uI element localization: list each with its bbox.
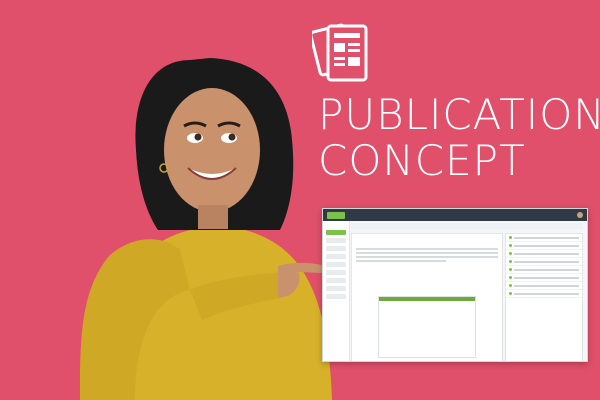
sidebar-item [326, 270, 346, 275]
list-item [506, 242, 582, 250]
text-line [356, 260, 446, 262]
list-item [506, 234, 582, 242]
app-topbar [323, 209, 587, 221]
app-screenshot [322, 208, 588, 362]
newspaper-icon [312, 23, 368, 82]
stage: PUBLICATION CONCEPT [0, 0, 600, 400]
sidebar-item [326, 262, 346, 267]
person-illustration [80, 58, 332, 400]
text-line [356, 256, 498, 258]
sidebar-item [326, 238, 346, 243]
breadcrumb [351, 223, 583, 229]
headline-line-1: PUBLICATION [318, 90, 600, 139]
app-content [351, 223, 583, 361]
sidebar-item [326, 254, 346, 259]
headline: PUBLICATION CONCEPT [318, 90, 600, 185]
sidebar-item [326, 286, 346, 291]
publication-panel [351, 233, 503, 361]
headline-line-2: CONCEPT [318, 136, 526, 185]
sidebar-item [326, 278, 346, 283]
list-item [506, 290, 582, 298]
card-header-bar [379, 297, 475, 301]
sidebar-item [326, 294, 346, 299]
list-item [506, 274, 582, 282]
list-item [506, 258, 582, 266]
document-preview-card [378, 296, 476, 358]
list-item [506, 266, 582, 274]
list-item [506, 282, 582, 290]
app-logo [327, 211, 345, 219]
avatar [577, 212, 583, 218]
sidebar-item [326, 230, 346, 235]
text-line [356, 252, 498, 254]
text-line [356, 248, 498, 250]
sidebar-item [326, 246, 346, 251]
app-sidebar [323, 221, 350, 361]
list-item [506, 250, 582, 258]
side-panel [505, 233, 583, 361]
